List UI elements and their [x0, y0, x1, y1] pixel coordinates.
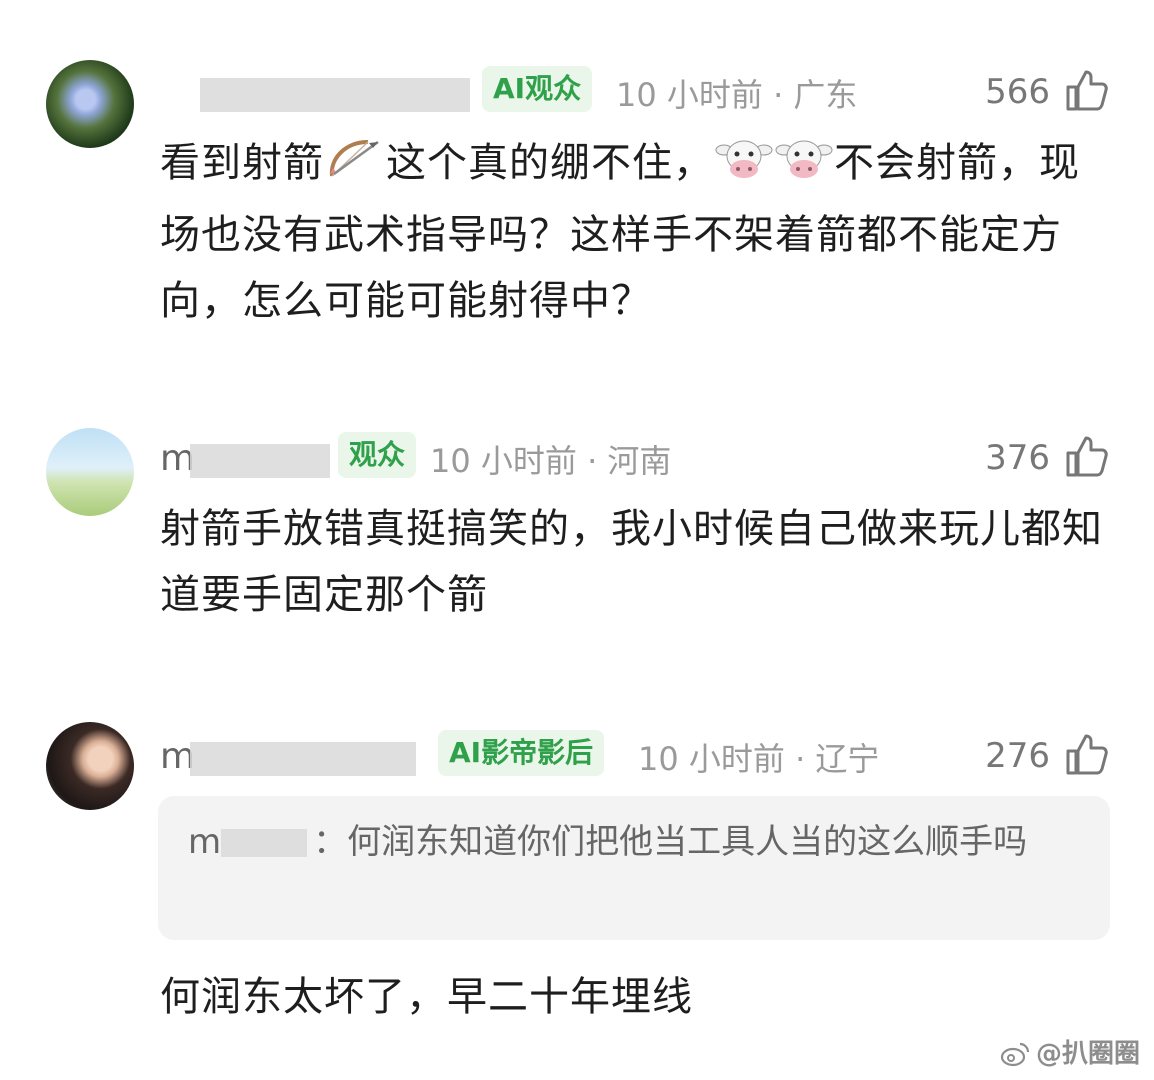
like-count: 376	[985, 438, 1050, 478]
quoted-reply[interactable]: m ：何润东知道你们把他当工具人当的这么顺手吗	[158, 796, 1110, 940]
avatar[interactable]	[46, 428, 134, 516]
thumb-up-icon[interactable]	[1062, 730, 1110, 778]
thumb-up-icon[interactable]	[1062, 432, 1110, 480]
watermark-text: @扒圈圈	[1035, 1039, 1140, 1069]
comment-text: 何润东太坏了，早二十年埋线	[160, 974, 693, 1020]
watermark: @扒圈圈	[1000, 1033, 1140, 1070]
badge: 观众	[338, 432, 417, 478]
cow-face-icon	[714, 136, 774, 202]
quoted-username[interactable]: m	[188, 822, 221, 862]
blurred-username[interactable]	[190, 444, 330, 478]
like-count: 276	[985, 736, 1050, 776]
comment-text: 射箭手放错真挺搞笑的，我小时候自己做来玩儿都知道要手固定那个箭	[160, 506, 1103, 618]
badge: AI观众	[482, 66, 593, 112]
weibo-logo-icon	[1000, 1042, 1030, 1067]
comment-header: m AI影帝影后 10 小时前 · 辽宁 276	[160, 730, 1154, 780]
timestamp-location: 10 小时前 · 辽宁	[638, 740, 880, 778]
blurred-username[interactable]	[190, 742, 416, 776]
comment-text-part: 这个真的绷不住，	[386, 140, 714, 186]
like-count: 566	[985, 72, 1050, 112]
timestamp-location: 10 小时前 · 河南	[430, 442, 672, 480]
comment-text: 看到射箭 这个真的绷不住， 不会射箭，现场也没有武术指导吗？这样手不架着箭都不能定方…	[160, 130, 1110, 334]
blurred-username	[221, 829, 308, 857]
thumb-up-icon[interactable]	[1062, 66, 1110, 114]
avatar[interactable]	[46, 722, 134, 810]
timestamp-location: 10 小时前 · 广东	[616, 76, 858, 114]
comment-header: AI观众 10 小时前 · 广东 566	[160, 66, 1154, 116]
avatar[interactable]	[46, 60, 134, 148]
bow-and-arrow-icon	[324, 136, 386, 202]
comment-text-part: 看到射箭	[160, 140, 324, 186]
quoted-reply-text: m ：何润东知道你们把他当工具人当的这么顺手吗	[188, 816, 1068, 868]
badge: AI影帝影后	[438, 730, 605, 776]
cow-face-icon	[774, 136, 834, 202]
blurred-username[interactable]	[200, 78, 470, 112]
quoted-text: ：何润东知道你们把他当工具人当的这么顺手吗	[313, 822, 1028, 862]
comment-header: m 观众 10 小时前 · 河南 376	[160, 432, 1154, 482]
